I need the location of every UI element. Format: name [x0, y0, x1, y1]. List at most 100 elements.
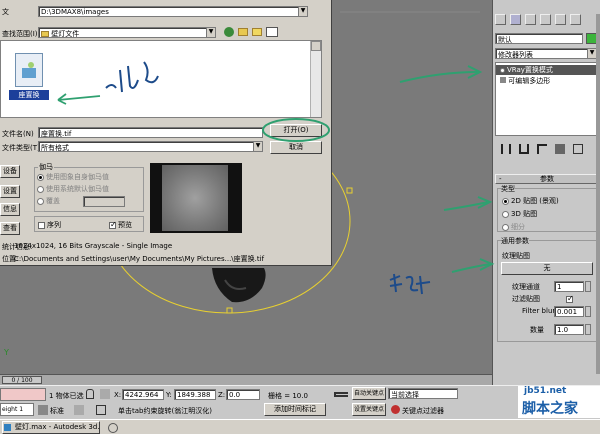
display-tab-icon[interactable]: [555, 14, 566, 25]
new-folder-icon[interactable]: [252, 28, 262, 36]
command-panel: 默认 修改器列表 ▼ VRay置换模式 可编辑多边形 - 参数 类型 2D 贴图 …: [492, 0, 600, 385]
annotation-close-handwriting: [389, 273, 431, 295]
tray-icon[interactable]: [108, 423, 118, 433]
key-icon[interactable]: [334, 392, 348, 397]
amount-spinner[interactable]: [585, 324, 591, 335]
amount-field[interactable]: 1.0: [554, 324, 584, 335]
taskbar-app-button[interactable]: 壁灯.max - Autodesk 3d...: [2, 421, 100, 434]
image-preview: [150, 163, 242, 233]
gamma-radio-3[interactable]: 覆盖: [37, 196, 60, 206]
make-unique-icon[interactable]: [537, 144, 547, 154]
motion-tab-icon[interactable]: [540, 14, 551, 25]
configure-sets-icon[interactable]: [573, 144, 583, 154]
selection-count: 1 物体已选: [49, 392, 84, 400]
view-button[interactable]: 查看: [0, 222, 20, 235]
type-radio-2d[interactable]: 2D 贴图 (景观): [502, 196, 559, 206]
dialog-top-label: 文: [2, 8, 9, 16]
object-name-value: 默认: [498, 36, 512, 44]
stack-item-editable-poly[interactable]: 可编辑多边形: [496, 76, 598, 86]
texmap-none-button[interactable]: 无: [501, 262, 593, 275]
filename-label: 文件名(N): [2, 130, 34, 138]
y-coordinate-field[interactable]: 1849.388: [174, 389, 216, 400]
modifier-list-dropdown[interactable]: 修改器列表 ▼: [495, 48, 597, 59]
chevron-down-icon[interactable]: ▼: [587, 49, 596, 58]
remove-modifier-icon[interactable]: [555, 144, 565, 154]
app-icon: [4, 424, 11, 431]
filename-value: 座置换.tif: [41, 130, 72, 138]
back-icon[interactable]: [224, 27, 234, 37]
frame-counter[interactable]: 0 / 100: [2, 376, 42, 384]
object-name-field[interactable]: 默认: [495, 33, 583, 44]
path-value: D:\3DMAX8\images: [41, 8, 109, 16]
params-rollout-header[interactable]: - 参数: [495, 174, 599, 184]
open-button-annotation-circle: [262, 118, 330, 142]
texchan-field[interactable]: 1: [554, 281, 584, 292]
gamma-radio-1[interactable]: 使用图象自身伽马值: [37, 172, 109, 182]
location-value: C:\Documents and Settings\user\My Docume…: [14, 255, 265, 263]
type-group-title: 类型: [501, 184, 515, 194]
options-group: 序列 预览: [34, 216, 144, 232]
modifier-stack[interactable]: VRay置换模式 可编辑多边形: [495, 62, 599, 136]
utilities-tab-icon[interactable]: [570, 14, 581, 25]
chevron-down-icon[interactable]: ▼: [298, 7, 307, 16]
absolute-mode-icon[interactable]: [100, 389, 110, 399]
view-menu-icon[interactable]: [266, 27, 278, 37]
filter-blur-field[interactable]: 0.001: [554, 306, 584, 317]
look-in-label: 查找范围(I): [2, 30, 38, 38]
filetype-value: 所有格式: [41, 144, 69, 152]
filetype-label: 文件类型(T): [2, 144, 40, 152]
open-image-dialog: 文 D:\3DMAX8\images ▼ 查找范围(I) 壁灯文件 ▼ 座置换: [0, 0, 332, 266]
show-end-result-icon[interactable]: [519, 144, 529, 154]
x-coordinate-field[interactable]: 4242.964: [122, 389, 164, 400]
look-in-dropdown[interactable]: 壁灯文件 ▼: [38, 27, 216, 38]
auto-key-button[interactable]: 自动关键点: [352, 387, 386, 400]
taskbar: 壁灯.max - Autodesk 3d...: [0, 419, 600, 434]
path-dropdown[interactable]: D:\3DMAX8\images ▼: [38, 6, 308, 17]
gizmo-y-label: Y: [3, 348, 9, 357]
isolate-icon[interactable]: [74, 405, 84, 415]
time-slider[interactable]: 0 / 100: [0, 374, 492, 385]
z-coordinate-field[interactable]: 0.0: [226, 389, 260, 400]
file-item-thumbnail[interactable]: 座置换: [9, 51, 49, 103]
hierarchy-tab-icon[interactable]: [525, 14, 536, 25]
create-tab-icon[interactable]: [495, 14, 506, 25]
filter-map-checkbox[interactable]: [566, 294, 574, 303]
gamma-group-title: 伽马: [38, 162, 54, 172]
panel-scrollbar[interactable]: [596, 14, 600, 374]
y-label: Y:: [166, 391, 172, 399]
up-folder-icon[interactable]: [238, 28, 248, 36]
lock-selection-icon[interactable]: [86, 389, 94, 399]
set-key-button[interactable]: 设置关键点: [352, 403, 386, 416]
stack-item-vray-displacement[interactable]: VRay置换模式: [496, 65, 598, 75]
devices-button[interactable]: 设备: [0, 165, 20, 178]
filetype-dropdown[interactable]: 所有格式 ▼: [38, 141, 263, 152]
height-field[interactable]: eight 1: [0, 403, 34, 416]
sequence-checkbox[interactable]: 序列: [38, 220, 61, 230]
selection-set-dropdown[interactable]: 当前选择: [388, 388, 458, 399]
setup-button[interactable]: 设置: [0, 185, 20, 198]
texchan-spinner[interactable]: [585, 281, 591, 292]
gamma-radio-2[interactable]: 使用系统默认伽马值: [37, 184, 109, 194]
mode-icon: [38, 405, 48, 415]
chevron-down-icon[interactable]: ▼: [206, 28, 215, 37]
x-label: X:: [114, 391, 122, 399]
type-radio-subdiv[interactable]: 细分: [502, 222, 525, 232]
gamma-override-field[interactable]: [83, 196, 125, 207]
filter-blur-spinner[interactable]: [585, 306, 591, 317]
preview-checkbox[interactable]: 预览: [109, 220, 132, 230]
watermark: jb51.net 脚本之家: [518, 386, 600, 418]
snap-icon[interactable]: [96, 405, 106, 415]
modify-tab-icon[interactable]: [510, 14, 521, 25]
filename-field[interactable]: 座置换.tif: [38, 127, 263, 138]
type-radio-3d[interactable]: 3D 贴图: [502, 209, 537, 219]
key-filters-icon[interactable]: [391, 405, 400, 414]
texchan-label: 纹理通道: [512, 283, 540, 291]
add-time-tag-button[interactable]: 添加时间标记: [264, 403, 326, 416]
file-list-scrollbar[interactable]: [310, 41, 321, 117]
amount-label: 数量: [530, 326, 544, 334]
maxscript-listener[interactable]: [0, 388, 46, 401]
mode-text: 标准: [50, 407, 64, 415]
info-button[interactable]: 信息: [0, 203, 20, 216]
pin-stack-icon[interactable]: [501, 144, 511, 154]
lamp-object: [212, 268, 266, 303]
